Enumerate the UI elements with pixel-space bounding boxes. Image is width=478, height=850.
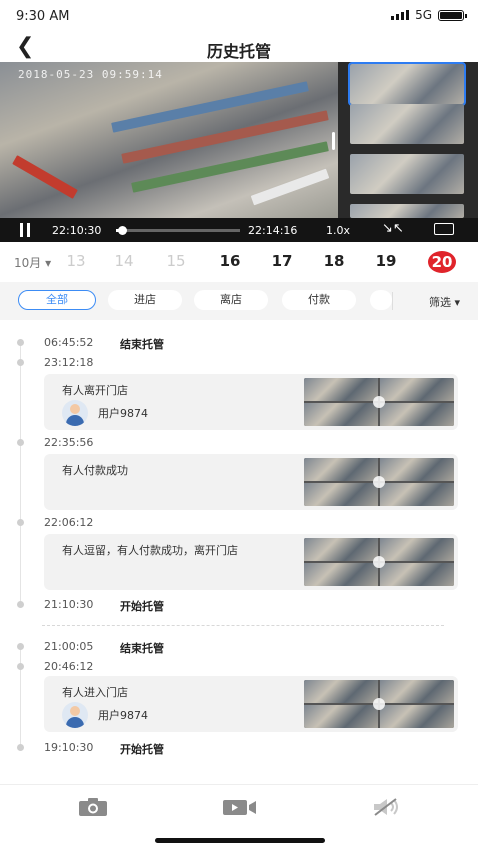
status-right: 5G xyxy=(391,8,467,22)
nav-bar: ❮ 历史托管 xyxy=(0,34,478,62)
timeline-dot xyxy=(17,519,24,526)
timeline-line xyxy=(20,342,21,604)
video-icon[interactable] xyxy=(222,797,258,817)
event-message: 有人进入门店 xyxy=(62,686,128,699)
pause-icon[interactable] xyxy=(18,223,32,237)
event-snapshot[interactable] xyxy=(304,458,454,506)
current-time: 22:10:30 xyxy=(52,224,102,237)
main-camera-feed[interactable]: 2018-05-23 09:59:14 xyxy=(0,62,338,218)
network-label: 5G xyxy=(415,8,432,22)
signal-icon xyxy=(391,10,410,20)
event-card[interactable]: 有人付款成功 xyxy=(44,454,458,510)
date-item[interactable]: 15 xyxy=(162,252,190,270)
session-separator xyxy=(42,625,444,626)
event-snapshot[interactable] xyxy=(304,680,454,728)
filter-chip-leave[interactable]: 离店 xyxy=(194,290,268,310)
date-item[interactable]: 18 xyxy=(320,252,348,270)
home-indicator xyxy=(155,838,325,843)
play-icon[interactable] xyxy=(373,476,385,488)
progress-slider[interactable] xyxy=(116,226,240,235)
date-item-selected[interactable]: 20 xyxy=(428,251,456,273)
camera-thumbnail[interactable] xyxy=(350,154,464,194)
user-name: 用户9874 xyxy=(98,709,148,722)
filter-chip-more[interactable] xyxy=(370,290,392,310)
video-timestamp: 2018-05-23 09:59:14 xyxy=(18,68,163,81)
playback-controls: 22:10:30 22:14:16 1.0x ↘↖ xyxy=(0,218,478,242)
event-timeline: 06:45:52 结束托管 23:12:18 有人离开门店 用户9874 22:… xyxy=(0,320,478,782)
progress-knob[interactable] xyxy=(118,226,128,235)
event-time: 23:12:18 xyxy=(44,356,94,369)
play-icon[interactable] xyxy=(373,698,385,710)
timeline-dot xyxy=(17,643,24,650)
event-time: 22:06:12 xyxy=(44,516,94,529)
speed-button[interactable]: 1.0x xyxy=(326,224,350,237)
bottom-toolbar xyxy=(0,784,478,829)
event-snapshot[interactable] xyxy=(304,538,454,586)
user-name: 用户9874 xyxy=(98,407,148,420)
status-bar: 9:30 AM 5G xyxy=(0,0,478,34)
filter-divider xyxy=(392,292,393,310)
rotate-screen-icon[interactable] xyxy=(434,223,454,235)
battery-icon xyxy=(438,9,467,21)
camera-thumbnail[interactable] xyxy=(348,62,466,106)
event-time: 21:00:05 xyxy=(44,640,94,653)
event-label: 开始托管 xyxy=(120,743,164,756)
camera-thumbnail[interactable] xyxy=(350,104,464,144)
filter-button[interactable]: 筛选 ▾ xyxy=(429,294,460,310)
event-message: 有人逗留，有人付款成功，离开门店 xyxy=(62,544,238,557)
exit-fullscreen-icon[interactable]: ↘↖ xyxy=(382,221,404,236)
timeline-dot xyxy=(17,663,24,670)
end-time: 22:14:16 xyxy=(248,224,298,237)
month-selector[interactable]: 10月 ▾ xyxy=(14,254,51,271)
filter-chip-enter[interactable]: 进店 xyxy=(108,290,182,310)
date-item[interactable]: 17 xyxy=(268,252,296,270)
avatar xyxy=(62,400,88,426)
filter-bar: 全部 进店 离店 付款 筛选 ▾ xyxy=(0,282,478,320)
event-user: 用户9874 xyxy=(62,400,148,426)
mute-icon[interactable] xyxy=(372,797,402,817)
camera-icon[interactable] xyxy=(78,797,108,817)
timeline-dot xyxy=(17,359,24,366)
event-card[interactable]: 有人逗留，有人付款成功，离开门店 xyxy=(44,534,458,590)
timeline-dot xyxy=(17,439,24,446)
event-time: 20:46:12 xyxy=(44,660,94,673)
event-time: 06:45:52 xyxy=(44,336,94,349)
event-label: 结束托管 xyxy=(120,338,164,351)
avatar xyxy=(62,702,88,728)
event-card[interactable]: 有人离开门店 用户9874 xyxy=(44,374,458,430)
video-player[interactable]: 2018-05-23 09:59:14 22:10:30 22:14:16 1.… xyxy=(0,62,478,242)
filter-chip-all[interactable]: 全部 xyxy=(18,290,96,310)
timeline-dot xyxy=(17,744,24,751)
status-time: 9:30 AM xyxy=(16,9,70,24)
play-icon[interactable] xyxy=(373,556,385,568)
event-time: 19:10:30 xyxy=(44,741,94,754)
timeline-line xyxy=(20,646,21,750)
date-item[interactable]: 14 xyxy=(110,252,138,270)
event-user: 用户9874 xyxy=(62,702,148,728)
date-item[interactable]: 13 xyxy=(62,252,90,270)
split-handle[interactable] xyxy=(332,132,335,150)
event-label: 开始托管 xyxy=(120,600,164,613)
page-title: 历史托管 xyxy=(206,42,271,61)
date-item[interactable]: 16 xyxy=(216,252,244,270)
event-message: 有人付款成功 xyxy=(62,464,128,477)
play-icon[interactable] xyxy=(373,396,385,408)
event-label: 结束托管 xyxy=(120,642,164,655)
timeline-dot xyxy=(17,339,24,346)
event-time: 22:35:56 xyxy=(44,436,94,449)
date-strip: 10月 ▾ 13 14 15 16 17 18 19 20 xyxy=(0,244,478,280)
timeline-dot xyxy=(17,601,24,608)
event-message: 有人离开门店 xyxy=(62,384,128,397)
filter-chip-pay[interactable]: 付款 xyxy=(282,290,356,310)
event-snapshot[interactable] xyxy=(304,378,454,426)
camera-thumbnail[interactable] xyxy=(350,204,464,218)
date-item[interactable]: 19 xyxy=(372,252,400,270)
event-time: 21:10:30 xyxy=(44,598,94,611)
camera-thumbnail-list xyxy=(346,62,468,218)
event-card[interactable]: 有人进入门店 用户9874 xyxy=(44,676,458,732)
